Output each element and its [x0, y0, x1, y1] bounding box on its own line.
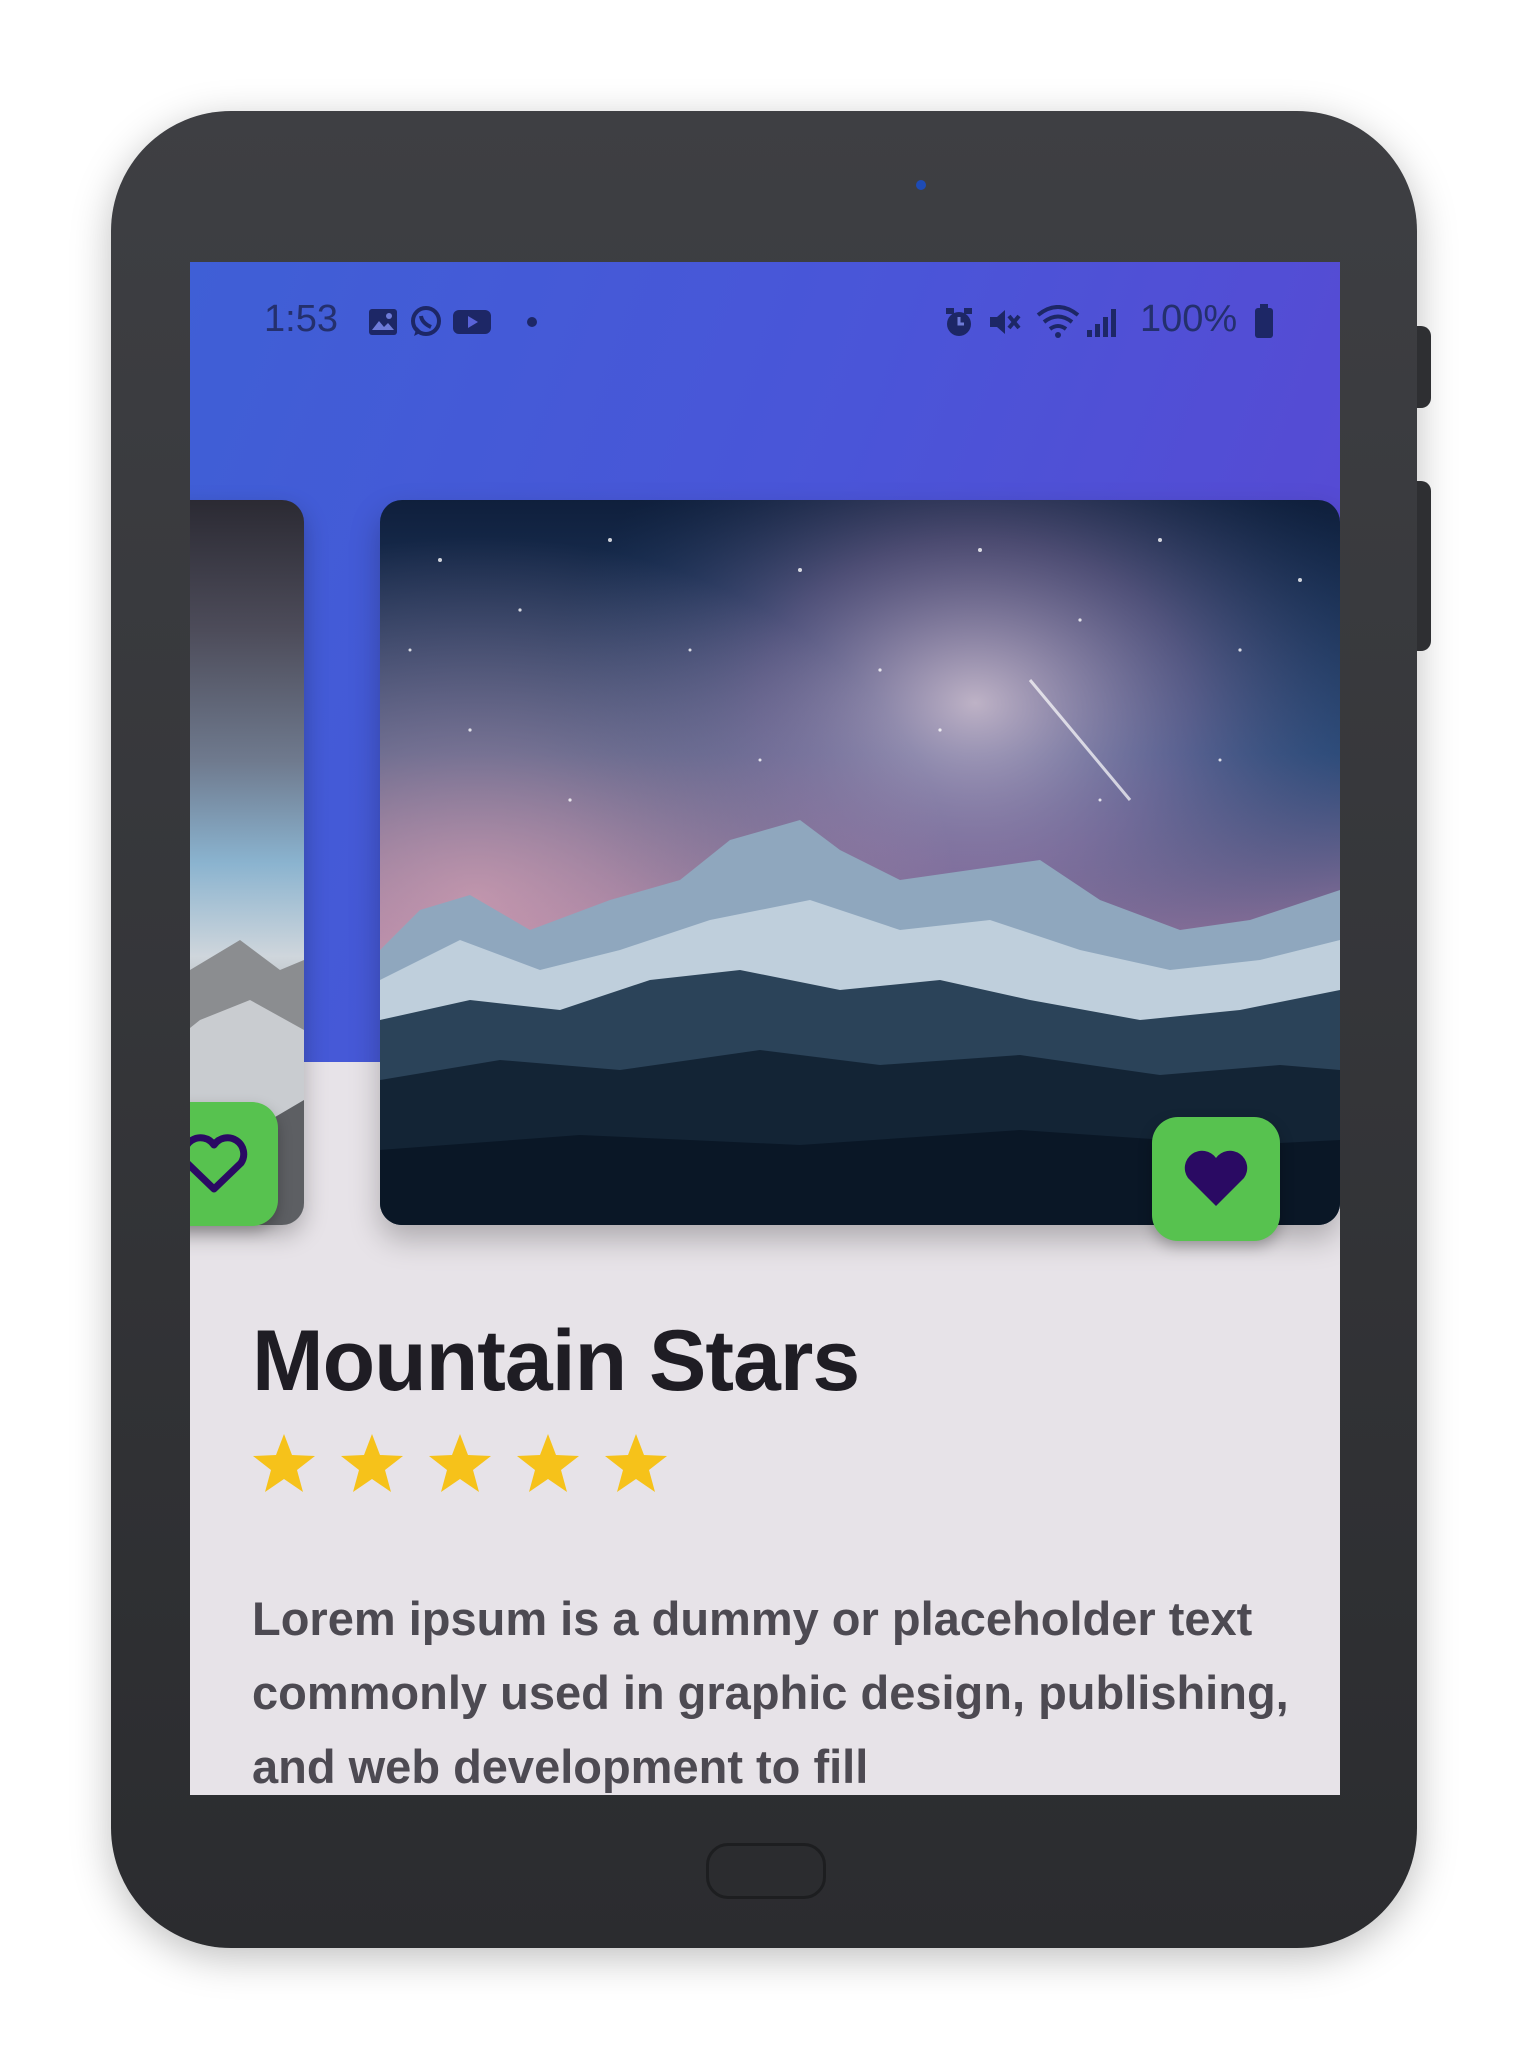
battery-percent: 100%	[1140, 298, 1238, 340]
place-title: Mountain Stars	[252, 1313, 860, 1409]
mute-icon	[986, 308, 1022, 336]
favorite-button-previous[interactable]	[190, 1102, 278, 1226]
star-icon	[605, 1434, 667, 1492]
notification-dot-icon	[526, 308, 538, 336]
star-icon	[253, 1434, 315, 1492]
front-camera	[916, 180, 926, 190]
star-icon	[517, 1434, 579, 1492]
star-icon	[429, 1434, 491, 1492]
place-description: Lorem ipsum is a dummy or placeholder te…	[252, 1592, 1289, 1793]
star-icon	[341, 1434, 403, 1492]
whatsapp-icon	[408, 306, 444, 336]
gallery-icon	[367, 308, 399, 336]
heart-filled-icon	[1184, 1150, 1248, 1206]
power-button	[1417, 481, 1431, 651]
youtube-icon	[452, 308, 492, 336]
signal-icon	[1084, 308, 1120, 337]
status-time: 1:53	[264, 298, 338, 340]
app-screen: 1:53 100% Mountain Stars Lorem ipsum is …	[190, 262, 1340, 1795]
star-rating	[252, 1432, 668, 1502]
volume-button	[1417, 326, 1431, 408]
favorite-button[interactable]	[1152, 1117, 1280, 1241]
battery-icon	[1252, 304, 1276, 338]
wifi-icon	[1036, 305, 1080, 338]
alarm-icon	[942, 308, 976, 336]
status-bar: 1:53 100%	[190, 262, 1340, 382]
home-button[interactable]	[706, 1843, 826, 1899]
heart-outline-icon	[190, 1134, 248, 1193]
